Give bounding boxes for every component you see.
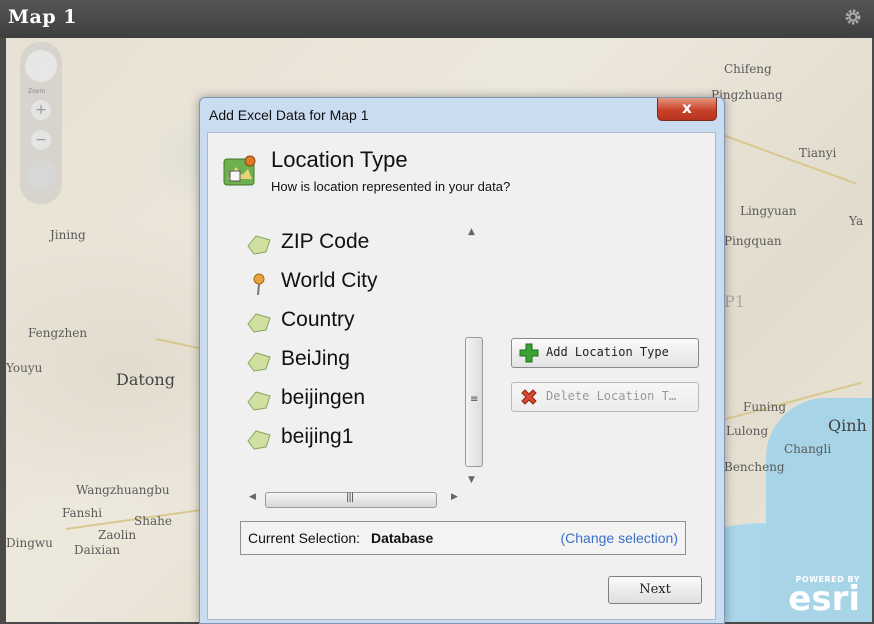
dialog-title: Add Excel Data for Map 1 bbox=[209, 107, 369, 123]
horizontal-scrollbar[interactable]: ◀ ||| ▶ bbox=[245, 489, 463, 509]
list-item-label: ZIP Code bbox=[281, 230, 370, 253]
current-selection-label: Current Selection: bbox=[248, 530, 361, 546]
list-item[interactable]: ZIP Code bbox=[246, 229, 464, 259]
map-navigation-panel: Zoom + − bbox=[20, 42, 62, 204]
map-label: Daixian bbox=[74, 543, 121, 557]
map-label: P1 bbox=[724, 292, 745, 311]
list-item[interactable]: Country bbox=[246, 307, 464, 337]
polygon-icon bbox=[247, 391, 271, 411]
map-label: Fengzhen bbox=[28, 326, 88, 340]
current-selection-box: Current Selection: Database (Change sele… bbox=[240, 521, 686, 555]
pan-control[interactable] bbox=[25, 50, 57, 82]
list-item-label: beijingen bbox=[281, 386, 366, 409]
zoom-out-button[interactable]: − bbox=[31, 130, 51, 150]
current-selection-value: Database bbox=[371, 530, 434, 546]
scroll-right-arrow-icon[interactable]: ▶ bbox=[451, 492, 458, 502]
map-data-icon bbox=[223, 155, 256, 186]
close-icon: x bbox=[682, 99, 692, 117]
esri-logo: esri bbox=[788, 579, 860, 619]
scrollbar-thumb[interactable]: ||| bbox=[265, 492, 437, 508]
page-subtitle: How is location represented in your data… bbox=[271, 179, 511, 194]
list-item[interactable]: BeiJing bbox=[246, 346, 464, 376]
map-label: Funing bbox=[743, 400, 787, 414]
window-title: Map 1 bbox=[8, 6, 77, 28]
list-item[interactable]: beijing1 bbox=[246, 424, 464, 454]
esri-attribution: POWERED BY esri bbox=[788, 575, 860, 619]
add-location-type-button[interactable]: Add Location Type bbox=[511, 338, 699, 368]
polygon-icon bbox=[247, 235, 271, 255]
polygon-icon bbox=[247, 313, 271, 333]
list-item[interactable]: World City bbox=[246, 268, 464, 298]
map-label: Dingwu bbox=[6, 536, 53, 550]
map-label: Qinh bbox=[828, 416, 867, 435]
button-label: Add Location Type bbox=[546, 345, 669, 359]
map-label: Lulong bbox=[726, 424, 769, 438]
polygon-icon bbox=[247, 430, 271, 450]
pushpin-icon bbox=[253, 273, 265, 295]
list-item-label: World City bbox=[281, 269, 378, 292]
zoom-label: Zoom bbox=[28, 88, 46, 95]
list-item[interactable]: beijingen bbox=[246, 385, 464, 415]
zoom-in-button[interactable]: + bbox=[31, 100, 51, 120]
scroll-down-arrow-icon[interactable]: ▼ bbox=[468, 475, 475, 485]
list-item-label: beijing1 bbox=[281, 425, 354, 448]
map-label: Bencheng bbox=[724, 460, 785, 474]
scroll-left-arrow-icon[interactable]: ◀ bbox=[249, 492, 256, 502]
map-label: Youyu bbox=[6, 361, 43, 375]
delete-icon bbox=[521, 389, 537, 405]
next-button[interactable]: Next bbox=[608, 576, 702, 604]
change-selection-link[interactable]: (Change selection) bbox=[560, 530, 678, 546]
map-label: Chifeng bbox=[724, 62, 772, 76]
map-label: Jining bbox=[50, 228, 86, 242]
window-title-bar: Map 1 bbox=[0, 0, 874, 38]
plus-icon bbox=[519, 343, 539, 363]
vertical-scrollbar[interactable]: ▲ ≡ ▼ bbox=[463, 225, 485, 491]
map-label: Fanshi bbox=[62, 506, 103, 520]
list-item-label: Country bbox=[281, 308, 355, 331]
scroll-up-arrow-icon[interactable]: ▲ bbox=[468, 227, 475, 237]
globe-icon[interactable] bbox=[26, 160, 56, 190]
map-label: Ya bbox=[849, 214, 864, 228]
map-label: Pingquan bbox=[724, 234, 782, 248]
polygon-icon bbox=[247, 352, 271, 372]
map-label: Shahe bbox=[134, 514, 172, 528]
add-excel-data-dialog: Add Excel Data for Map 1 x Location Type… bbox=[199, 97, 725, 624]
list-item-label: BeiJing bbox=[281, 347, 350, 370]
location-type-list: ZIP Code World City Country BeiJing beij… bbox=[246, 229, 466, 479]
map-label: Datong bbox=[116, 370, 175, 389]
delete-location-type-button[interactable]: Delete Location T… bbox=[511, 382, 699, 412]
map-label: Tianyi bbox=[799, 146, 837, 160]
close-button[interactable]: x bbox=[657, 98, 717, 121]
map-label: Wangzhuangbu bbox=[76, 483, 170, 497]
dialog-content: Location Type How is location represente… bbox=[207, 132, 716, 620]
scrollbar-thumb[interactable]: ≡ bbox=[465, 337, 483, 467]
gear-icon[interactable] bbox=[844, 8, 862, 26]
map-label: Lingyuan bbox=[740, 204, 797, 218]
map-label: Changli bbox=[784, 442, 832, 456]
page-title: Location Type bbox=[271, 147, 408, 172]
grip-icon: ||| bbox=[346, 492, 354, 503]
button-label: Delete Location T… bbox=[546, 389, 677, 403]
map-label: Zaolin bbox=[98, 528, 137, 542]
grip-icon: ≡ bbox=[470, 394, 479, 405]
